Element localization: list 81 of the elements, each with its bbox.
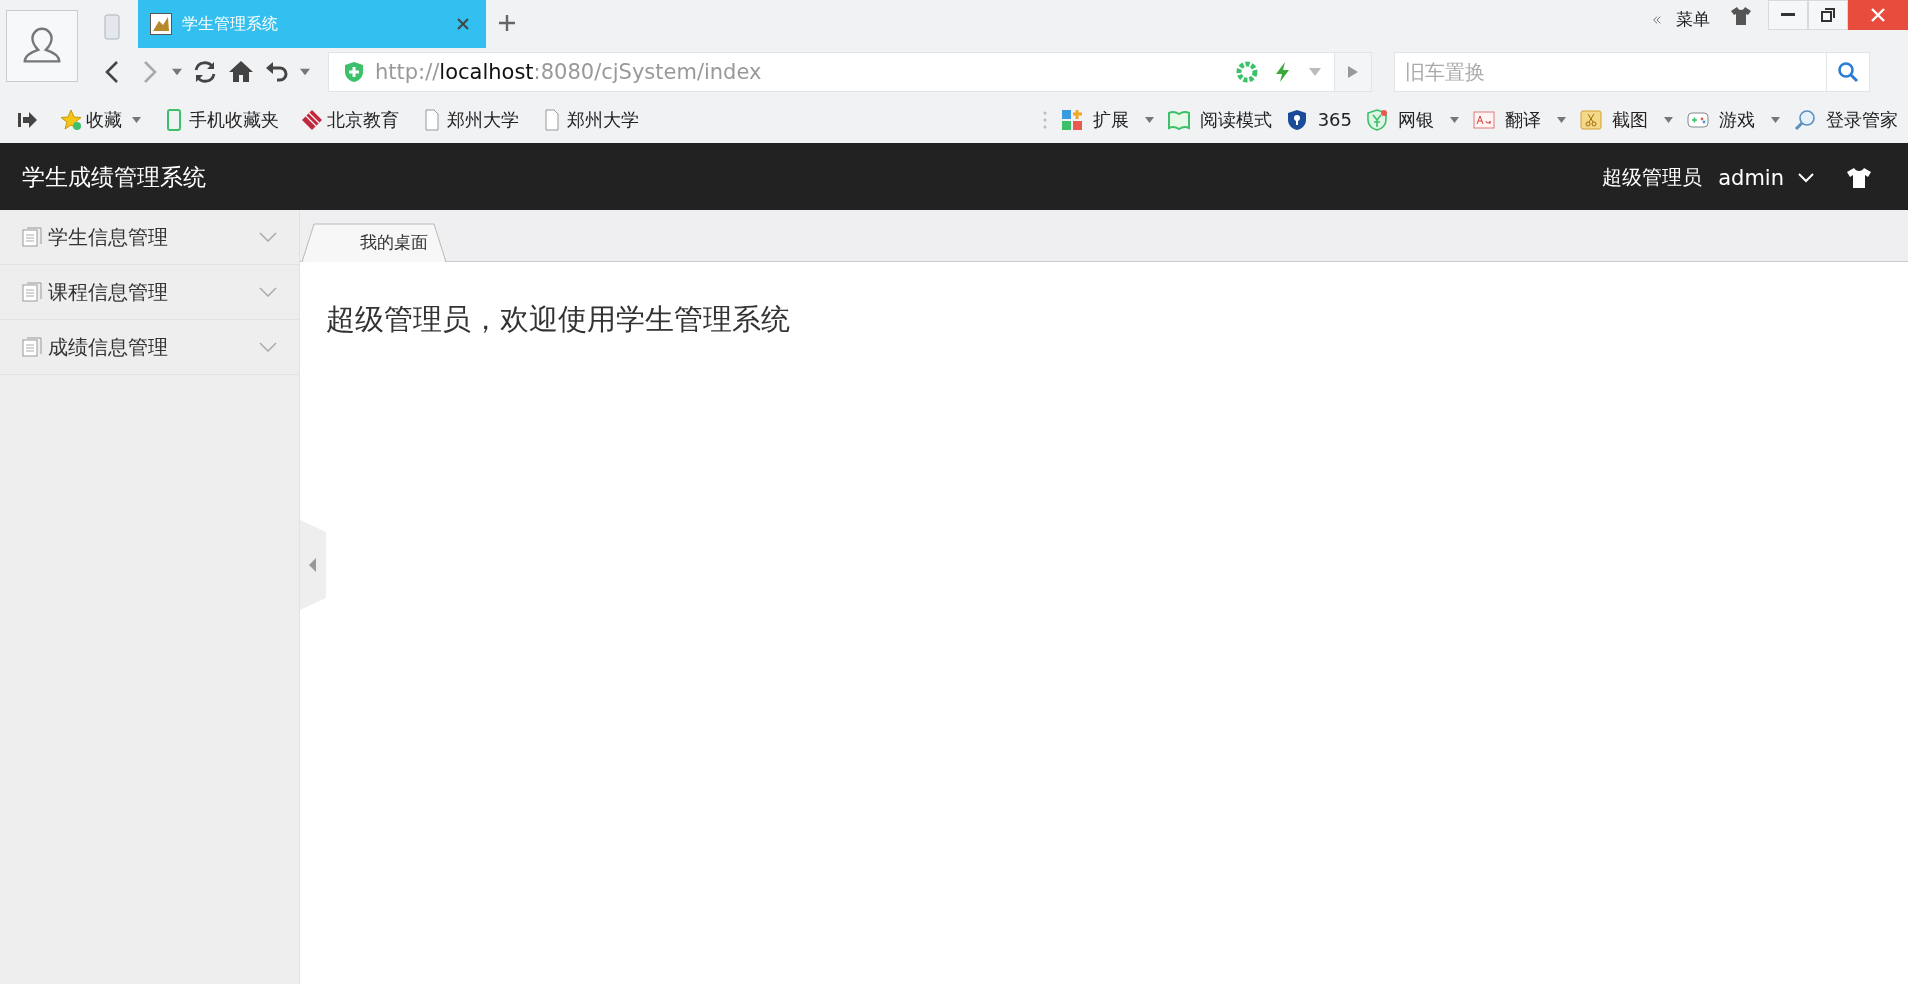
caret-icon[interactable]: [172, 68, 182, 76]
caret-icon: [1450, 116, 1459, 123]
close-icon: [1871, 8, 1885, 22]
yen-shield-icon: [1366, 108, 1388, 131]
caret-icon: [1557, 116, 1566, 123]
bookmark-label: 登录管家: [1826, 107, 1898, 132]
text-icon: [1473, 108, 1495, 131]
sidebar-item[interactable]: 课程信息管理: [0, 265, 299, 320]
minimize-icon: [1781, 11, 1795, 19]
document-icon: [22, 227, 42, 247]
bookmark-label: 游戏: [1719, 107, 1755, 132]
bookmark-label: 郑州大学: [567, 107, 639, 132]
bookmark-label: 网银: [1398, 107, 1434, 132]
toolbar-item[interactable]: 游戏: [1687, 107, 1780, 132]
sidebar-item[interactable]: 学生信息管理: [0, 210, 299, 265]
search-icon: [1837, 61, 1859, 83]
bookmark-item[interactable]: 收藏: [60, 107, 141, 132]
bookmark-label: 阅读模式: [1199, 107, 1272, 132]
menu-link[interactable]: 菜单: [1676, 8, 1710, 31]
keyhole-shield-icon: [1285, 108, 1308, 131]
bookmark-item[interactable]: 郑州大学: [421, 107, 519, 132]
play-icon: [1348, 66, 1358, 78]
home-icon[interactable]: [228, 59, 254, 85]
toolbar-item[interactable]: 扩展: [1060, 107, 1154, 132]
bookmark-label: 翻译: [1505, 107, 1541, 132]
search-button[interactable]: [1826, 52, 1870, 92]
reload-icon[interactable]: [192, 59, 218, 85]
document-icon: [22, 337, 42, 357]
caret-icon: [1771, 116, 1780, 123]
minimize-button[interactable]: [1768, 0, 1808, 30]
collapse-handle[interactable]: [300, 520, 326, 610]
bookmark-item[interactable]: 手机收藏夹: [163, 107, 279, 132]
star-icon: [60, 108, 82, 131]
caret-icon: [132, 116, 141, 123]
t-shirt-icon[interactable]: [1846, 166, 1872, 189]
close-button[interactable]: [1848, 0, 1908, 30]
caret-icon[interactable]: [300, 68, 310, 76]
go-button[interactable]: [1334, 53, 1371, 91]
bookmark-item[interactable]: 北京教育: [301, 107, 399, 132]
restore-icon: [1821, 8, 1835, 22]
user-role: 超级管理员: [1602, 164, 1703, 191]
drag-handle-icon: [1042, 109, 1047, 130]
caret-icon: [1664, 116, 1673, 123]
grid-icon: [1060, 108, 1083, 131]
bookmark-label: 手机收藏夹: [189, 107, 279, 132]
user-menu[interactable]: admin: [1718, 165, 1814, 190]
bookmark-label: 365: [1317, 109, 1352, 130]
scissors-icon: [1580, 108, 1602, 131]
bookmark-label: 扩展: [1092, 107, 1129, 132]
bookmark-label: 郑州大学: [447, 107, 519, 132]
bookmark-item[interactable]: 郑州大学: [541, 107, 639, 132]
undo-icon[interactable]: [264, 59, 290, 85]
toolbar-item[interactable]: 登录管家: [1794, 107, 1898, 132]
bookmark-label: 收藏: [86, 107, 122, 132]
restore-button[interactable]: [1808, 0, 1848, 30]
sidebar-item[interactable]: 成绩信息管理: [0, 320, 299, 375]
bookmark-label: 北京教育: [327, 107, 399, 132]
app-title: 学生成绩管理系统: [22, 163, 206, 192]
toolbar-item[interactable]: 截图: [1580, 107, 1673, 132]
aperture-icon[interactable]: [1236, 61, 1258, 83]
chevron-down-icon: [1798, 172, 1814, 183]
magnifier-icon: [1794, 108, 1816, 131]
page-tab[interactable]: 我的桌面: [302, 223, 486, 261]
url-text: http://localhost:8080/cjSystem/index: [375, 60, 763, 84]
toolbar-item[interactable]: 365: [1285, 108, 1352, 131]
search-field[interactable]: 旧车置换: [1394, 52, 1826, 92]
shield-icon: [343, 61, 365, 83]
new-tab-icon[interactable]: [498, 14, 516, 32]
caret-icon: [1144, 116, 1154, 123]
document-icon: [22, 282, 42, 302]
toolbar-item[interactable]: 阅读模式: [1167, 107, 1272, 132]
striped-diamond-icon: [301, 108, 323, 131]
t-shirt-icon[interactable]: [1730, 6, 1752, 26]
double-chevron-icon[interactable]: [1652, 15, 1662, 24]
avatar-button[interactable]: [6, 10, 78, 82]
book-icon: [1167, 108, 1190, 131]
toolbar-item[interactable]: 翻译: [1473, 107, 1566, 132]
address-bar[interactable]: http://localhost:8080/cjSystem/index: [328, 52, 1372, 92]
toolbar-item[interactable]: 网银: [1366, 107, 1459, 132]
bookmark-label: 截图: [1612, 107, 1648, 132]
welcome-heading: 超级管理员，欢迎使用学生管理系统: [326, 301, 791, 338]
